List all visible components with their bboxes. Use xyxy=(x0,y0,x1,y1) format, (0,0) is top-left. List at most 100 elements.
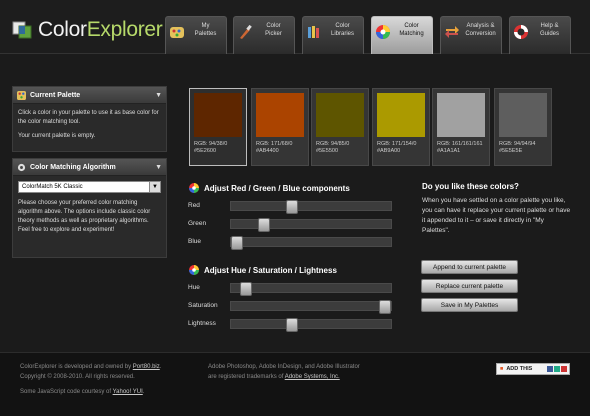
digg-icon xyxy=(561,366,567,372)
brush-icon xyxy=(240,24,252,39)
tab-label-line1: Analysis & xyxy=(466,23,495,29)
header: ColorExplorer My Palettes Color Picker Color… xyxy=(0,0,590,54)
port80-link[interactable]: Port80.biz xyxy=(133,364,160,370)
tab-label-line1: Color xyxy=(266,23,281,29)
slider-thumb[interactable] xyxy=(231,236,243,250)
slider-thumb[interactable] xyxy=(286,318,298,332)
tab-label-line2: Picker xyxy=(265,30,282,37)
tab-label: Color Matching xyxy=(394,23,429,38)
color-swatch[interactable]: RGB: 161/161/161 #A1A1A1 xyxy=(432,88,490,166)
swatch-color-block xyxy=(256,93,304,137)
logo-text: ColorExplorer xyxy=(38,18,163,41)
tab-label-line2: Matching xyxy=(399,30,424,37)
algorithm-header[interactable]: Color Matching Algorithm ▼ xyxy=(13,159,166,176)
color-swatch[interactable]: RGB: 94/85/0 #5E5500 xyxy=(311,88,369,166)
tab-label: Help & Guides xyxy=(532,23,567,38)
yui-link[interactable]: Yahoo! YUI xyxy=(113,389,143,395)
algorithm-body: ColorMatch 5K Classic ▼ Please choose yo… xyxy=(13,176,166,245)
swatch-color-block xyxy=(194,93,242,137)
footer-copyright: Copyright © 2008-2010. All rights reserv… xyxy=(20,374,135,380)
green-slider[interactable] xyxy=(230,218,392,232)
tab-label-line2: Guides xyxy=(539,30,559,37)
algorithm-panel: Color Matching Algorithm ▼ ColorMatch 5K… xyxy=(12,158,167,258)
palette-icon xyxy=(17,90,26,100)
tab-label: Color Libraries xyxy=(325,23,360,38)
swatch-hex: #5E2600 xyxy=(194,148,217,154)
slider-label-saturation: Saturation xyxy=(188,302,218,309)
color-wheel-icon xyxy=(376,25,390,39)
color-wheel-icon xyxy=(189,183,199,193)
current-palette-panel: Current Palette ▼ Click a color in your … xyxy=(12,86,167,152)
swatch-info: RGB: 94/38/0 #5E2600 xyxy=(194,141,242,155)
collapse-arrow-icon[interactable]: ▼ xyxy=(155,92,162,99)
swatch-color-block xyxy=(377,93,425,137)
footer: ColorExplorer is developed and owned by … xyxy=(0,352,590,416)
current-palette-title: Current Palette xyxy=(30,91,81,99)
slider-thumb[interactable] xyxy=(286,200,298,214)
logo[interactable]: ColorExplorer xyxy=(12,18,163,42)
rgb-section-title: Adjust Red / Green / Blue components xyxy=(189,183,350,193)
rgb-title-text: Adjust Red / Green / Blue components xyxy=(204,183,350,193)
slider-label-hue: Hue xyxy=(188,284,200,291)
footer-trademark-line2: are registered trademarks of Adobe Syste… xyxy=(208,374,340,380)
current-palette-header[interactable]: Current Palette ▼ xyxy=(13,87,166,104)
swatch-hex: #A1A1A1 xyxy=(437,148,461,154)
lifebuoy-icon xyxy=(514,25,528,39)
tab-matching[interactable]: Color Matching xyxy=(371,16,433,54)
tab-picker[interactable]: Color Picker xyxy=(233,16,295,54)
tab-label: Analysis & Conversion xyxy=(463,23,498,38)
swatch-rgb: RGB: 94/38/0 xyxy=(194,141,228,147)
share-icon: ■ xyxy=(500,366,504,372)
footer-trademarks: Adobe Photoshop, Adobe InDesign, and Ado… xyxy=(208,362,360,382)
swatch-rgb: RGB: 171/154/0 xyxy=(377,141,417,147)
tab-label: My Palettes xyxy=(188,23,223,38)
algorithm-select[interactable]: ColorMatch 5K Classic ▼ xyxy=(18,181,161,193)
saturation-slider[interactable] xyxy=(230,300,392,314)
gear-icon xyxy=(17,163,26,171)
arrows-icon xyxy=(445,26,459,38)
color-swatch[interactable]: RGB: 94/38/0 #5E2600 xyxy=(189,88,247,166)
swatch-info: RGB: 94/94/94 #5E5E5E xyxy=(499,141,547,155)
color-swatch[interactable]: RGB: 171/154/0 #AB9A00 xyxy=(372,88,430,166)
lightness-slider[interactable] xyxy=(230,318,392,332)
algorithm-description: Please choose your preferred color match… xyxy=(18,200,151,233)
slider-label-blue: Blue xyxy=(188,238,202,245)
swatch-hex: #AB4400 xyxy=(256,148,279,154)
slider-label-lightness: Lightness xyxy=(188,320,216,327)
current-palette-body: Click a color in your palette to use it … xyxy=(13,104,166,151)
collapse-arrow-icon[interactable]: ▼ xyxy=(155,164,162,171)
slider-thumb[interactable] xyxy=(258,218,270,232)
swatch-info: RGB: 171/154/0 #AB9A00 xyxy=(377,141,425,155)
current-palette-instructions: Click a color in your palette to use it … xyxy=(18,110,159,125)
current-palette-empty-text: Your current palette is empty. xyxy=(18,133,96,139)
tab-label-line2: Libraries xyxy=(330,30,354,37)
slider-label-green: Green xyxy=(188,220,207,227)
swatch-info: RGB: 161/161/161 #A1A1A1 xyxy=(437,141,485,155)
addthis-button[interactable]: ■ ADD THIS xyxy=(496,363,570,375)
footer-owner-line: ColorExplorer is developed and owned by … xyxy=(20,364,162,370)
slider-thumb[interactable] xyxy=(240,282,252,296)
chevron-down-icon[interactable]: ▼ xyxy=(149,182,160,192)
tab-conversion[interactable]: Analysis & Conversion xyxy=(440,16,502,54)
red-slider[interactable] xyxy=(230,200,392,214)
blue-slider[interactable] xyxy=(230,236,392,250)
slider-thumb[interactable] xyxy=(379,300,391,314)
palette-icon xyxy=(170,27,184,38)
replace-palette-button[interactable]: Replace current palette xyxy=(421,279,518,293)
facebook-icon xyxy=(547,366,553,372)
swatch-color-block xyxy=(316,93,364,137)
library-icon xyxy=(308,26,319,38)
tab-guides[interactable]: Help & Guides xyxy=(509,16,571,54)
append-palette-button[interactable]: Append to current palette xyxy=(421,260,518,274)
hue-slider[interactable] xyxy=(230,282,392,296)
tab-palettes[interactable]: My Palettes xyxy=(165,16,227,54)
swatch-rgb: RGB: 171/68/0 xyxy=(256,141,293,147)
swatch-rgb: RGB: 94/85/0 xyxy=(316,141,350,147)
tab-libraries[interactable]: Color Libraries xyxy=(302,16,364,54)
tab-label-line1: Color xyxy=(404,23,419,29)
save-palette-button[interactable]: Save in My Palettes xyxy=(421,298,518,312)
adobe-link[interactable]: Adobe Systems, Inc. xyxy=(285,374,340,380)
addthis-label: ADD THIS xyxy=(506,366,533,372)
color-swatch[interactable]: RGB: 171/68/0 #AB4400 xyxy=(251,88,309,166)
color-swatch[interactable]: RGB: 94/94/94 #5E5E5E xyxy=(494,88,552,166)
